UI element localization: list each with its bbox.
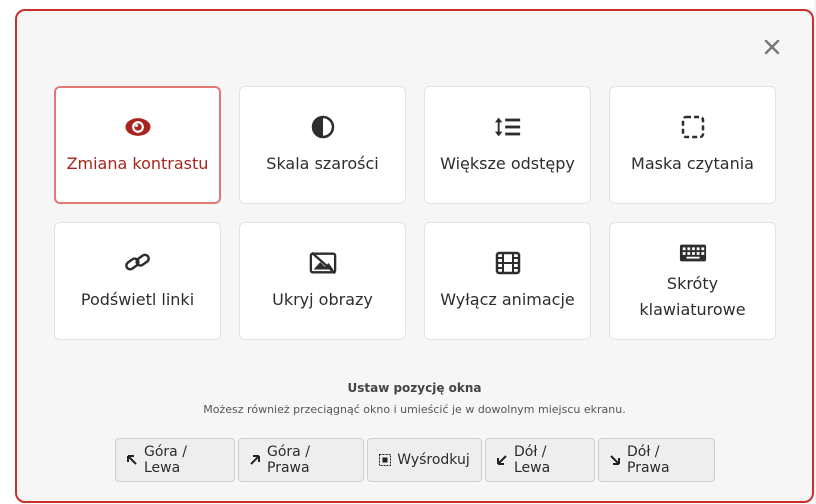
tile-label: Skróty klawiaturowe xyxy=(639,274,746,319)
button-label: Wyśrodkuj xyxy=(397,452,470,468)
position-description: Możesz również przeciągnąć okno i umieśc… xyxy=(203,403,626,416)
tile-highlight-links[interactable]: Podświetl linki xyxy=(54,222,221,340)
position-top-left-button[interactable]: Góra / Lewa xyxy=(115,438,235,482)
line-spacing-icon xyxy=(494,113,522,141)
tile-label: Wyłącz animacje xyxy=(440,290,575,309)
tile-spacing[interactable]: Większe odstępy xyxy=(424,86,591,204)
link-icon xyxy=(124,249,152,277)
button-label: Dół / Prawa xyxy=(627,444,670,476)
arrow-down-left-icon xyxy=(496,454,508,466)
feature-grid: Zmiana kontrastu Skala szarości Większe … xyxy=(54,86,777,340)
keyboard-icon xyxy=(679,239,707,267)
tile-keyboard-shortcuts[interactable]: Skróty klawiaturowe xyxy=(609,222,776,340)
tile-reading-mask[interactable]: Maska czytania xyxy=(609,86,776,204)
hidden-image-icon xyxy=(309,249,337,277)
position-bottom-right-button[interactable]: Dół / Prawa xyxy=(598,438,715,482)
tile-label: Podświetl linki xyxy=(80,290,195,309)
close-icon xyxy=(764,39,780,55)
position-buttons: Góra / Lewa Góra / Prawa Wyśrodkuj Dół /… xyxy=(115,438,715,482)
arrow-up-left-icon xyxy=(126,454,138,466)
tile-label: Ukryj obrazy xyxy=(272,290,373,309)
position-top-right-button[interactable]: Góra / Prawa xyxy=(238,438,364,482)
tile-hide-images[interactable]: Ukryj obrazy xyxy=(239,222,406,340)
tile-contrast[interactable]: Zmiana kontrastu xyxy=(54,86,221,204)
arrow-down-right-icon xyxy=(609,454,621,466)
tile-label: Maska czytania xyxy=(631,154,754,173)
dashed-square-icon xyxy=(679,113,707,141)
arrow-up-right-icon xyxy=(249,454,261,466)
position-center-button[interactable]: Wyśrodkuj xyxy=(367,438,482,482)
film-icon xyxy=(494,249,522,277)
button-label: Góra / Prawa xyxy=(267,444,310,476)
contrast-half-circle-icon xyxy=(309,113,337,141)
close-button[interactable] xyxy=(758,33,786,61)
tile-disable-animations[interactable]: Wyłącz animacje xyxy=(424,222,591,340)
position-bottom-left-button[interactable]: Dół / Lewa xyxy=(485,438,595,482)
tile-label: Większe odstępy xyxy=(440,154,575,173)
accessibility-modal: Zmiana kontrastu Skala szarości Większe … xyxy=(15,9,814,503)
tile-label: Skala szarości xyxy=(266,154,379,173)
tile-label: Zmiana kontrastu xyxy=(66,154,209,173)
button-label: Dół / Lewa xyxy=(514,444,551,476)
eye-icon xyxy=(124,113,152,141)
tile-grayscale[interactable]: Skala szarości xyxy=(239,86,406,204)
center-grid-icon xyxy=(379,454,392,466)
button-label: Góra / Lewa xyxy=(144,444,187,476)
position-title: Ustaw pozycję okna xyxy=(347,381,482,395)
